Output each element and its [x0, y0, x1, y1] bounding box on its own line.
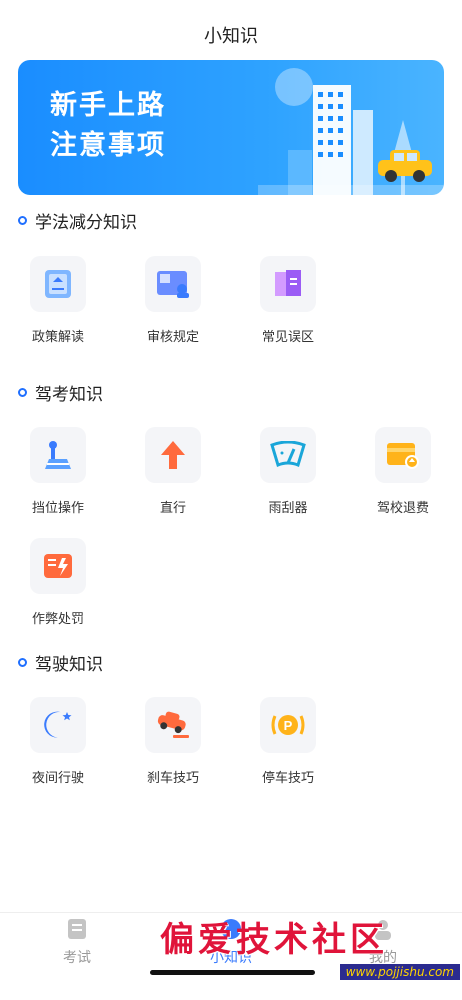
item-label: 作弊处罚 [31, 612, 84, 627]
knowledge-icon [221, 919, 241, 939]
section-bullet-icon [18, 388, 27, 397]
item-label: 审核规定 [146, 330, 199, 345]
item-label: 驾校退费 [376, 501, 429, 516]
parking-icon: P [260, 697, 316, 753]
section-title-text: 驾考知识 [35, 385, 103, 405]
item-common-mistakes[interactable]: 常见误区 [248, 256, 328, 345]
item-brake-skills[interactable]: 刹车技巧 [133, 697, 213, 786]
mistake-flag-icon [260, 256, 316, 312]
item-label: 夜间行驶 [31, 771, 84, 786]
refund-wallet-icon [375, 427, 431, 483]
section-title-driving-knowledge: 驾驶知识 [18, 650, 103, 675]
section-title-text: 学法减分知识 [35, 213, 137, 233]
moon-icon [30, 697, 86, 753]
banner-line-2: 注意事项 [50, 130, 166, 161]
page-title: 小知识 [204, 26, 258, 47]
section-bullet-icon [18, 216, 27, 225]
section-title-law-points: 学法减分知识 [18, 208, 137, 233]
bottom-tab-bar: 考试 小知识 我的 [0, 912, 462, 1000]
item-policy[interactable]: 政策解读 [18, 256, 98, 345]
top-header: 小知识 [0, 0, 462, 60]
tab-knowledge[interactable]: 小知识 [186, 917, 276, 967]
home-indicator [150, 970, 315, 975]
svg-text:P: P [284, 718, 293, 733]
item-label: 直行 [159, 501, 186, 516]
section-bullet-icon [18, 658, 27, 667]
section-title-driving-test: 驾考知识 [18, 380, 103, 405]
gear-shift-icon [30, 427, 86, 483]
tab-profile[interactable]: 我的 [338, 917, 428, 967]
section-title-text: 驾驶知识 [35, 655, 103, 675]
tab-label: 考试 [63, 950, 91, 966]
promo-banner[interactable]: 新手上路 注意事项 [18, 60, 444, 195]
brake-car-icon [145, 697, 201, 753]
review-id-card-icon [145, 256, 201, 312]
banner-line-1: 新手上路 [50, 90, 166, 121]
tab-label: 我的 [369, 950, 397, 966]
item-label: 停车技巧 [261, 771, 314, 786]
tab-exam[interactable]: 考试 [32, 917, 122, 967]
city-illustration-icon [258, 85, 444, 195]
item-label: 雨刮器 [268, 501, 308, 516]
item-night-driving[interactable]: 夜间行驶 [18, 697, 98, 786]
item-label: 常见误区 [261, 330, 314, 345]
item-wiper[interactable]: 雨刮器 [248, 427, 328, 516]
item-label: 刹车技巧 [146, 771, 199, 786]
item-review-rules[interactable]: 审核规定 [133, 256, 213, 345]
item-parking-skills[interactable]: P 停车技巧 [248, 697, 328, 786]
profile-icon [375, 920, 391, 940]
item-gear-operation[interactable]: 挡位操作 [18, 427, 98, 516]
item-label: 政策解读 [31, 330, 84, 345]
policy-book-icon [30, 256, 86, 312]
wiper-icon [260, 427, 316, 483]
item-refund[interactable]: 驾校退费 [363, 427, 443, 516]
tab-label: 小知识 [210, 950, 252, 966]
exam-icon [68, 919, 86, 939]
item-cheating-penalty[interactable]: 作弊处罚 [18, 538, 98, 627]
item-label: 挡位操作 [31, 501, 84, 516]
item-straight[interactable]: 直行 [133, 427, 213, 516]
banner-headline: 新手上路 注意事项 [50, 86, 166, 166]
arrow-up-icon [145, 427, 201, 483]
penalty-card-icon [30, 538, 86, 594]
